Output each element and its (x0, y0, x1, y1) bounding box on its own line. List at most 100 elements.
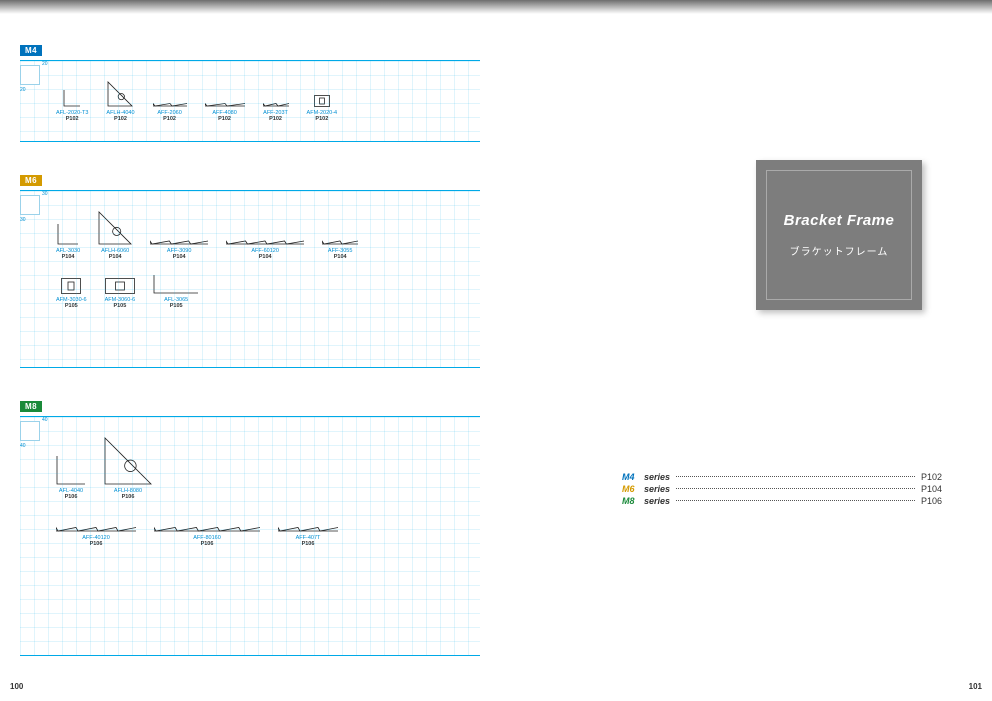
toc-tag: M6 (622, 484, 644, 494)
product-cell: AFM-2020-4P102 (307, 89, 338, 122)
product-thumb (263, 89, 289, 107)
toc-page: P104 (921, 484, 942, 494)
product-page: P104 (109, 254, 122, 260)
product-thumb (153, 89, 187, 107)
page-number-right: 101 (969, 682, 982, 691)
product-thumb (56, 514, 136, 532)
toc-page: P102 (921, 472, 942, 482)
product-page: P105 (170, 303, 183, 309)
product-row: AFF-40120P106 AFF-80160P106 AFF-407TP106 (56, 514, 480, 547)
product-cell: AFF-407TP106 (278, 514, 338, 547)
product-cell: AFF-203TP102 (263, 89, 289, 122)
toc-page: P106 (921, 496, 942, 506)
page-number-left: 100 (10, 682, 23, 691)
grid-area: 20 20 AFL-2020-T3P102 AFLH-4040P102 AFF-2060… (20, 60, 480, 142)
app-top-gradient (0, 0, 992, 14)
product-thumb (314, 89, 330, 107)
section-m4: M42020AFL-2020-T3P102AFLH-4040P102AFF-20… (20, 40, 480, 142)
grid-area: 40 40 AFL-4040P106 AFLH-8080P106 AFF-40120P1… (20, 416, 480, 656)
product-thumb (105, 276, 135, 294)
legend-dim-w: 30 (20, 217, 26, 223)
toc-series-label: series (644, 484, 670, 494)
grid-area: 30 30 AFL-3030P104 AFLH-6060P104 AFF-3090P10… (20, 190, 480, 368)
chapter-title-jp: ブラケットフレーム (790, 243, 889, 258)
legend-box (20, 195, 40, 215)
product-thumb (150, 227, 208, 245)
product-page: P106 (90, 541, 103, 547)
product-cell: AFF-4080P102 (205, 89, 245, 122)
product-page: P106 (122, 494, 135, 500)
section-m6: M63030AFL-3030P104AFLH-6060P104AFF-3090P… (20, 170, 480, 368)
product-cell: AFF-40120P106 (56, 514, 136, 547)
product-thumb (322, 227, 358, 245)
product-row: AFL-2020-T3P102 AFLH-4040P102 AFF-2060P102… (56, 81, 480, 122)
product-page: P106 (65, 494, 78, 500)
product-page: P102 (114, 116, 127, 122)
toc-series-label: series (644, 496, 670, 506)
product-row: AFM-3030-6P105 AFM-3060-6P105 AFL-3065P105 (56, 274, 480, 309)
product-thumb (98, 211, 132, 245)
product-page: P104 (259, 254, 272, 260)
legend-box (20, 65, 40, 85)
product-thumb (63, 89, 81, 107)
toc-tag: M4 (622, 472, 644, 482)
toc-row: M4series P102 (622, 472, 942, 482)
product-cell: AFF-60120P104 (226, 227, 304, 260)
product-thumb (153, 274, 199, 294)
product-thumb (205, 89, 245, 107)
toc-leader-dots (676, 476, 915, 477)
toc-row: M6series P104 (622, 484, 942, 494)
chapter-title-card: Bracket Frame ブラケットフレーム (756, 160, 922, 310)
catalog-left-page: M42020AFL-2020-T3P102AFLH-4040P102AFF-20… (20, 40, 480, 684)
product-cell: AFL-2020-T3P102 (56, 89, 88, 122)
section-tag: M8 (20, 401, 42, 412)
product-cell: AFF-3055P104 (322, 227, 358, 260)
legend-box (20, 421, 40, 441)
product-cell: AFF-80160P106 (154, 514, 260, 547)
product-cell: AFL-3030P104 (56, 223, 80, 260)
product-cell: AFL-3065P105 (153, 274, 199, 309)
product-page: P106 (201, 541, 214, 547)
product-cell: AFLH-4040P102 (106, 81, 134, 122)
product-page: P105 (113, 303, 126, 309)
product-thumb (104, 437, 152, 485)
product-thumb (57, 223, 79, 245)
legend-dim-h: 30 (42, 191, 48, 197)
product-page: P104 (334, 254, 347, 260)
product-page: P102 (66, 116, 79, 122)
product-thumb (56, 455, 86, 485)
product-thumb (154, 514, 260, 532)
product-thumb (107, 81, 133, 107)
product-page: P106 (302, 541, 315, 547)
product-page: P104 (62, 254, 75, 260)
product-thumb (226, 227, 304, 245)
toc-leader-dots (676, 500, 915, 501)
product-thumb (278, 514, 338, 532)
product-cell: AFM-3060-6P105 (105, 276, 136, 309)
section-tag: M6 (20, 175, 42, 186)
toc-leader-dots (676, 488, 915, 489)
product-thumb (61, 276, 81, 294)
product-cell: AFM-3030-6P105 (56, 276, 87, 309)
toc-row: M8series P106 (622, 496, 942, 506)
section-tag: M4 (20, 45, 42, 56)
product-row: AFL-3030P104 AFLH-6060P104 AFF-3090P104 AFF… (56, 211, 480, 260)
product-page: P102 (269, 116, 282, 122)
table-of-contents: M4seriesP102M6seriesP104M8seriesP106 (622, 470, 942, 508)
legend-dim-h: 20 (42, 61, 48, 67)
product-page: P102 (218, 116, 231, 122)
legend-dim-h: 40 (42, 417, 48, 423)
product-page: P102 (163, 116, 176, 122)
legend-dim-w: 40 (20, 443, 26, 449)
toc-series-label: series (644, 472, 670, 482)
product-cell: AFL-4040P106 (56, 455, 86, 500)
product-cell: AFF-2060P102 (153, 89, 187, 122)
toc-tag: M8 (622, 496, 644, 506)
legend-dim-w: 20 (20, 87, 26, 93)
product-cell: AFF-3090P104 (150, 227, 208, 260)
product-cell: AFLH-8080P106 (104, 437, 152, 500)
chapter-title-en: Bracket Frame (784, 212, 895, 229)
section-m8: M84040AFL-4040P106AFLH-8080P106AFF-40120… (20, 396, 480, 656)
product-page: P102 (315, 116, 328, 122)
product-cell: AFLH-6060P104 (98, 211, 132, 260)
